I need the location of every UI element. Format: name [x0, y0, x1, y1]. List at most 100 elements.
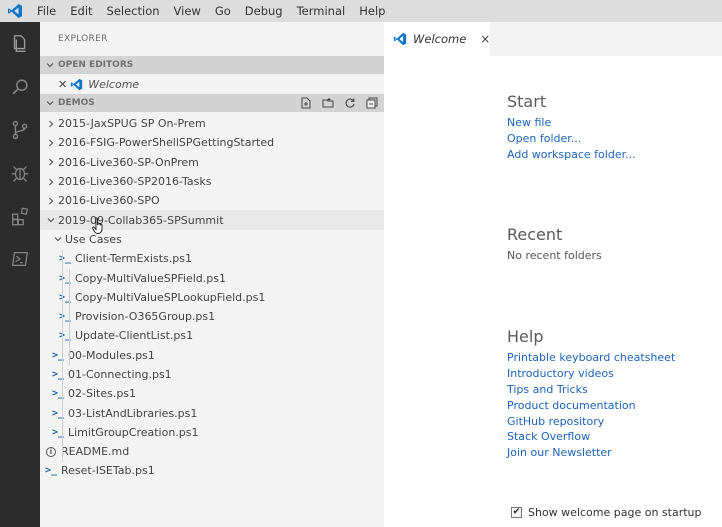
activity-bar — [0, 22, 40, 527]
tree-item-label: Copy-MultiValueSPLookupField.ps1 — [75, 290, 266, 304]
explorer-icon — [13, 34, 26, 52]
chevron-right-icon — [44, 139, 58, 147]
close-icon[interactable]: × — [480, 32, 490, 46]
new-file-icon[interactable] — [300, 97, 312, 109]
keyboard-cheatsheet-link[interactable]: Printable keyboard cheatsheet — [507, 351, 675, 364]
open-editors-header[interactable]: OPEN EDITORS — [40, 56, 384, 74]
chevron-down-icon — [44, 99, 56, 107]
tree-item-label: 2016-Live360-SP-OnPrem — [58, 155, 199, 169]
startup-checkbox[interactable]: ✔ — [511, 507, 522, 518]
vscode-logo-icon — [0, 0, 30, 22]
tree-file[interactable]: >_ 03-ListAndLibraries.ps1 — [40, 403, 384, 422]
join-newsletter-link[interactable]: Join our Newsletter — [507, 446, 612, 459]
close-icon[interactable]: ✕ — [58, 78, 67, 91]
chevron-down-icon — [44, 216, 58, 224]
chevron-right-icon — [44, 178, 58, 186]
debug-icon — [11, 165, 29, 182]
indent-guide — [62, 250, 63, 462]
open-folder-link[interactable]: Open folder... — [507, 132, 581, 145]
open-editor-item-welcome[interactable]: ✕ Welcome — [40, 74, 384, 94]
tab-label: Welcome — [413, 32, 467, 46]
menu-debug[interactable]: Debug — [238, 0, 290, 22]
stack-overflow-link[interactable]: Stack Overflow — [507, 430, 590, 443]
tree-item-label: Client-TermExists.ps1 — [75, 252, 192, 266]
activity-powershell[interactable] — [0, 237, 40, 280]
tree-folder[interactable]: 2016-Live360-SP-OnPrem — [40, 153, 384, 172]
tree-item-label: 01-Connecting.ps1 — [68, 368, 172, 381]
tips-and-tricks-link[interactable]: Tips and Tricks — [507, 383, 588, 396]
start-heading: Start — [507, 92, 547, 111]
activity-debug[interactable] — [0, 151, 40, 194]
powershell-file-icon: >_ — [44, 465, 58, 477]
extensions-icon — [12, 207, 29, 225]
tree-file[interactable]: >_ Copy-MultiValueSPLookupField.ps1 — [40, 288, 384, 307]
activity-extensions[interactable] — [0, 194, 40, 237]
show-welcome-on-startup[interactable]: ✔ Show welcome page on startup — [511, 506, 702, 519]
tree-file[interactable]: >_ Copy-MultiValueSPField.ps1 — [40, 268, 384, 287]
tree-item-label: 2016-FSIG-PowerShellSPGettingStarted — [58, 136, 275, 150]
new-file-link[interactable]: New file — [507, 116, 551, 129]
explorer-title: EXPLORER — [58, 34, 108, 44]
chevron-right-icon — [44, 158, 58, 166]
add-workspace-folder-link[interactable]: Add workspace folder... — [507, 148, 636, 161]
search-icon — [12, 78, 28, 94]
workspace-header[interactable]: DEMOS — [40, 94, 384, 112]
activity-explorer[interactable] — [0, 22, 40, 65]
info-icon: i — [44, 446, 58, 457]
open-editors-label: OPEN EDITORS — [58, 60, 134, 70]
tree-file[interactable]: i README.md — [40, 442, 384, 461]
tree-item-label: 03-ListAndLibraries.ps1 — [68, 406, 198, 420]
powershell-file-icon: >_ — [58, 253, 72, 265]
tree-file[interactable]: >_ 00-Modules.ps1 — [40, 346, 384, 365]
tree-folder[interactable]: 2015-JaxSPUG SP On-Prem — [40, 114, 384, 133]
tree-folder[interactable]: 2016-FSIG-PowerShellSPGettingStarted — [40, 133, 384, 152]
open-editor-label: Welcome — [88, 77, 140, 91]
vscode-icon — [393, 32, 407, 46]
activity-search[interactable] — [0, 65, 40, 108]
tree-item-label: Reset-ISETab.ps1 — [61, 464, 155, 478]
menu-help[interactable]: Help — [352, 0, 392, 22]
powershell-icon — [11, 251, 29, 266]
tree-file[interactable]: >_ Client-TermExists.ps1 — [40, 249, 384, 268]
no-recent-folders-text: No recent folders — [507, 249, 602, 262]
tree-folder[interactable]: 2016-Live360-SP2016-Tasks — [40, 172, 384, 191]
tree-file[interactable]: >_ LimitGroupCreation.ps1 — [40, 423, 384, 442]
file-tree: 2015-JaxSPUG SP On-Prem 2016-FSIG-PowerSh… — [40, 114, 384, 481]
help-heading: Help — [507, 327, 544, 346]
tree-item-label: Update-ClientList.ps1 — [75, 329, 194, 343]
introductory-videos-link[interactable]: Introductory videos — [507, 367, 614, 380]
refresh-icon[interactable] — [344, 97, 356, 109]
tree-file[interactable]: >_ 02-Sites.ps1 — [40, 384, 384, 403]
vscode-icon — [70, 78, 83, 91]
hand-cursor-icon — [92, 217, 106, 238]
activity-source-control[interactable] — [0, 108, 40, 151]
tree-item-label: 2019-09-Collab365-SPSummit — [58, 213, 224, 227]
tree-file[interactable]: >_ 01-Connecting.ps1 — [40, 365, 384, 384]
tree-file[interactable]: >_ Provision-O365Group.ps1 — [40, 307, 384, 326]
menu-selection[interactable]: Selection — [100, 0, 167, 22]
tree-item-label: 2016-Live360-SPO — [58, 194, 160, 208]
new-folder-icon[interactable] — [322, 97, 334, 109]
github-repository-link[interactable]: GitHub repository — [507, 415, 604, 428]
chevron-right-icon — [44, 197, 58, 205]
menu-view[interactable]: View — [167, 0, 208, 22]
menu-file[interactable]: File — [30, 0, 63, 22]
tree-item-label: LimitGroupCreation.ps1 — [68, 425, 199, 439]
menu-terminal[interactable]: Terminal — [290, 0, 353, 22]
chevron-down-icon — [51, 235, 65, 243]
tree-file[interactable]: >_ Reset-ISETab.ps1 — [40, 461, 384, 480]
workspace-label: DEMOS — [58, 98, 95, 108]
tree-item-label: Copy-MultiValueSPField.ps1 — [75, 271, 226, 285]
tab-welcome[interactable]: Welcome × — [384, 22, 490, 56]
tree-file[interactable]: >_ Update-ClientList.ps1 — [40, 326, 384, 345]
product-documentation-link[interactable]: Product documentation — [507, 399, 636, 412]
indent-guide — [69, 269, 70, 366]
workspace-actions — [300, 94, 378, 112]
menu-go[interactable]: Go — [208, 0, 238, 22]
recent-heading: Recent — [507, 225, 563, 244]
source-control-icon — [12, 120, 28, 139]
menu-edit[interactable]: Edit — [63, 0, 99, 22]
collapse-all-icon[interactable] — [366, 97, 378, 109]
menu-bar: File Edit Selection View Go Debug Termin… — [0, 0, 722, 22]
tree-folder[interactable]: 2016-Live360-SPO — [40, 191, 384, 210]
